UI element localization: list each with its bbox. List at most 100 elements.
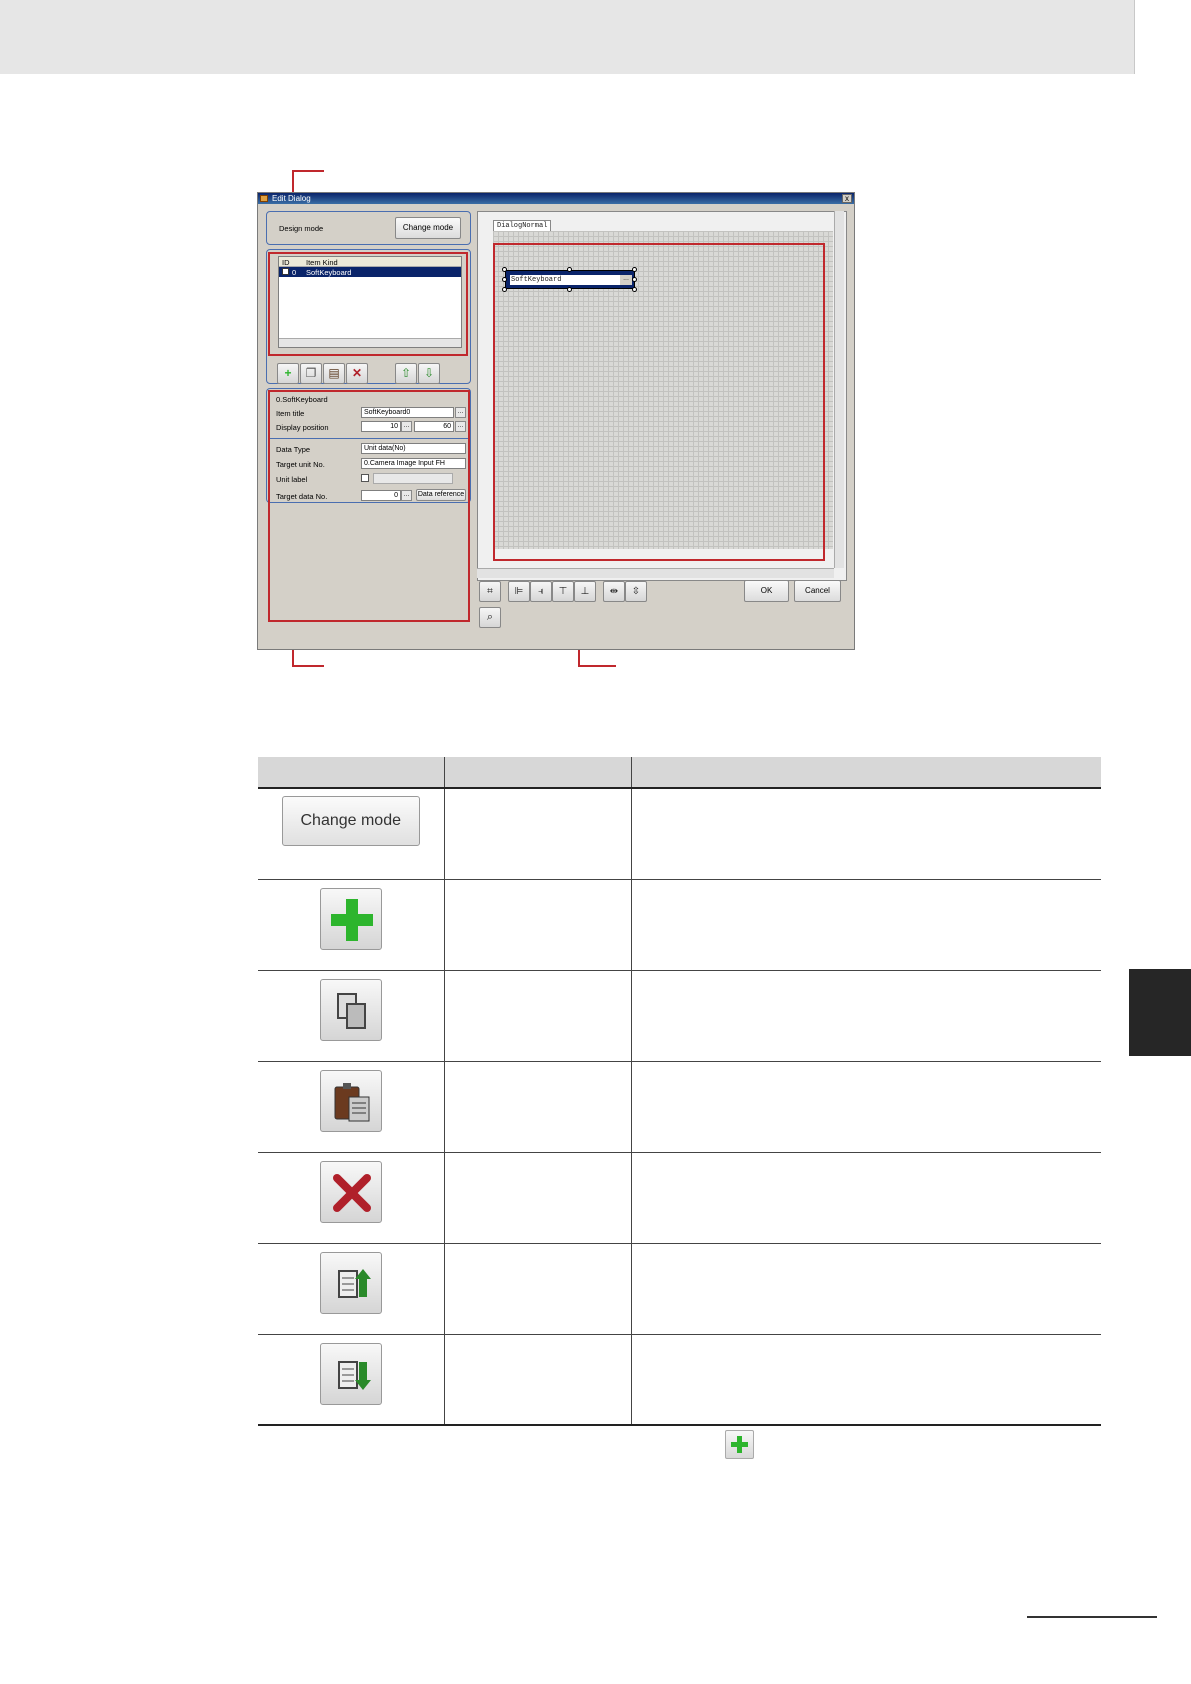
data-type-select[interactable]: Unit data(No) <box>361 443 466 454</box>
canvas-tab[interactable]: DialogNormal <box>493 220 552 231</box>
align-left-button[interactable]: ⊫ <box>508 581 530 602</box>
align-right-button[interactable]: ⫣ <box>530 581 552 602</box>
grid-snap-button[interactable]: ⌗ <box>479 581 501 602</box>
move-down-icon[interactable] <box>319 1342 382 1405</box>
table-row <box>258 1152 1101 1244</box>
toolbar-button-table: Change mode <box>258 757 1101 1426</box>
data-type-label: Data Type <box>276 445 311 454</box>
table-cell <box>443 970 631 1062</box>
add-icon[interactable] <box>319 887 382 950</box>
target-unit-select[interactable]: 0.Camera Image Input FH <box>361 458 466 469</box>
table-cell <box>630 1061 1101 1153</box>
design-mode-label: Design mode <box>279 224 324 233</box>
change-mode-button[interactable]: Change mode <box>281 796 420 846</box>
data-reference-button[interactable]: Data reference <box>416 489 466 501</box>
resize-handle[interactable] <box>567 267 572 272</box>
section-tab <box>1129 969 1191 1056</box>
display-x-field[interactable]: 10 <box>361 421 401 432</box>
unit-label-label: Unit label <box>276 475 308 484</box>
callout-line-props-h <box>292 665 324 667</box>
table-cell-icon <box>258 1152 444 1244</box>
display-y-ellipsis-button[interactable]: ... <box>455 421 466 432</box>
page-number-rule <box>1027 1616 1157 1618</box>
list-item[interactable]: 0 SoftKeyboard <box>279 267 461 277</box>
table-cell-icon: Change mode <box>258 788 444 880</box>
display-x-ellipsis-button[interactable]: ... <box>401 421 412 432</box>
delete-icon[interactable] <box>319 1160 382 1223</box>
move-up-icon[interactable] <box>319 1251 382 1314</box>
paste-item-button[interactable]: ▤ <box>323 363 345 384</box>
list-header: ID Item Kind <box>279 257 461 267</box>
table-row <box>258 1243 1101 1335</box>
item-title-field[interactable]: SoftKeyboard0 <box>361 407 454 418</box>
close-icon[interactable]: x <box>842 194 852 203</box>
app-icon <box>260 195 268 202</box>
target-data-field[interactable]: 0 <box>361 490 401 501</box>
list-item-id: 0 <box>292 268 297 277</box>
resize-handle[interactable] <box>502 287 507 292</box>
item-list[interactable]: ID Item Kind 0 SoftKeyboard <box>278 256 462 348</box>
list-header-id[interactable]: ID <box>282 258 290 267</box>
distribute-vertical-button[interactable]: ⇳ <box>625 581 647 602</box>
list-item-kind: SoftKeyboard <box>306 268 352 277</box>
resize-handle[interactable] <box>632 267 637 272</box>
align-bottom-button[interactable]: ⊥ <box>574 581 596 602</box>
display-y-field[interactable]: 60 <box>414 421 454 432</box>
resize-handle[interactable] <box>632 287 637 292</box>
resize-handle[interactable] <box>567 287 572 292</box>
distribute-horizontal-button[interactable]: ⇹ <box>603 581 625 602</box>
display-position-label: Display position <box>276 423 329 432</box>
table-header-cell <box>443 757 631 789</box>
table-header <box>258 757 1101 789</box>
design-canvas-highlight <box>493 243 825 561</box>
target-data-label: Target data No. <box>276 492 328 501</box>
table-cell-icon <box>258 970 444 1062</box>
table-cell <box>443 1243 631 1335</box>
zoom-icon[interactable]: ⌕ <box>479 607 501 628</box>
header-band <box>0 0 1134 74</box>
unit-label-checkbox[interactable] <box>361 474 369 482</box>
resize-handle[interactable] <box>502 277 507 282</box>
add-item-button[interactable]: + <box>277 363 299 384</box>
canvas-hscrollbar[interactable] <box>477 568 834 578</box>
resize-handle[interactable] <box>502 267 507 272</box>
resize-handle[interactable] <box>632 277 637 282</box>
unit-label-field[interactable] <box>373 473 453 484</box>
table-cell <box>443 1061 631 1153</box>
ok-button[interactable]: OK <box>744 580 789 602</box>
table-cell <box>630 1334 1101 1426</box>
table-row <box>258 879 1101 971</box>
softkeyboard-field[interactable]: SoftKeyboard <box>510 275 620 285</box>
properties-divider <box>270 438 468 439</box>
align-top-button[interactable]: ⊤ <box>552 581 574 602</box>
copy-icon[interactable] <box>319 978 382 1041</box>
table-cell <box>443 1334 631 1426</box>
target-data-ellipsis-button[interactable]: ... <box>401 490 412 501</box>
item-title-ellipsis-button[interactable]: ... <box>455 407 466 418</box>
table-cell <box>630 788 1101 880</box>
target-unit-label: Target unit No. <box>276 460 325 469</box>
canvas-vscrollbar[interactable] <box>834 211 844 568</box>
paste-icon[interactable] <box>319 1069 382 1132</box>
list-header-kind[interactable]: Item Kind <box>306 258 338 267</box>
callout-line-list-h <box>292 170 324 172</box>
move-up-button[interactable]: ⇧ <box>395 363 417 384</box>
list-hscrollbar[interactable] <box>279 338 461 347</box>
table-header-cell <box>258 757 444 789</box>
cancel-button[interactable]: Cancel <box>794 580 841 602</box>
table-cell <box>443 788 631 880</box>
dialog-title: Edit Dialog <box>272 194 311 203</box>
change-mode-button[interactable]: Change mode <box>395 217 461 239</box>
table-cell-icon <box>258 1243 444 1335</box>
table-cell-icon <box>258 879 444 971</box>
table-row: Change mode <box>258 788 1101 880</box>
item-checkbox[interactable] <box>282 268 289 275</box>
softkeyboard-ellipsis-button[interactable]: ... <box>620 275 632 285</box>
item-title-label: Item title <box>276 409 305 418</box>
move-down-button[interactable]: ⇩ <box>418 363 440 384</box>
table-cell-icon <box>258 1334 444 1426</box>
header-divider <box>1134 0 1135 74</box>
delete-item-button[interactable]: ✕ <box>346 363 368 384</box>
copy-item-button[interactable]: ❐ <box>300 363 322 384</box>
design-mode-panel: Design mode Change mode <box>266 211 471 245</box>
